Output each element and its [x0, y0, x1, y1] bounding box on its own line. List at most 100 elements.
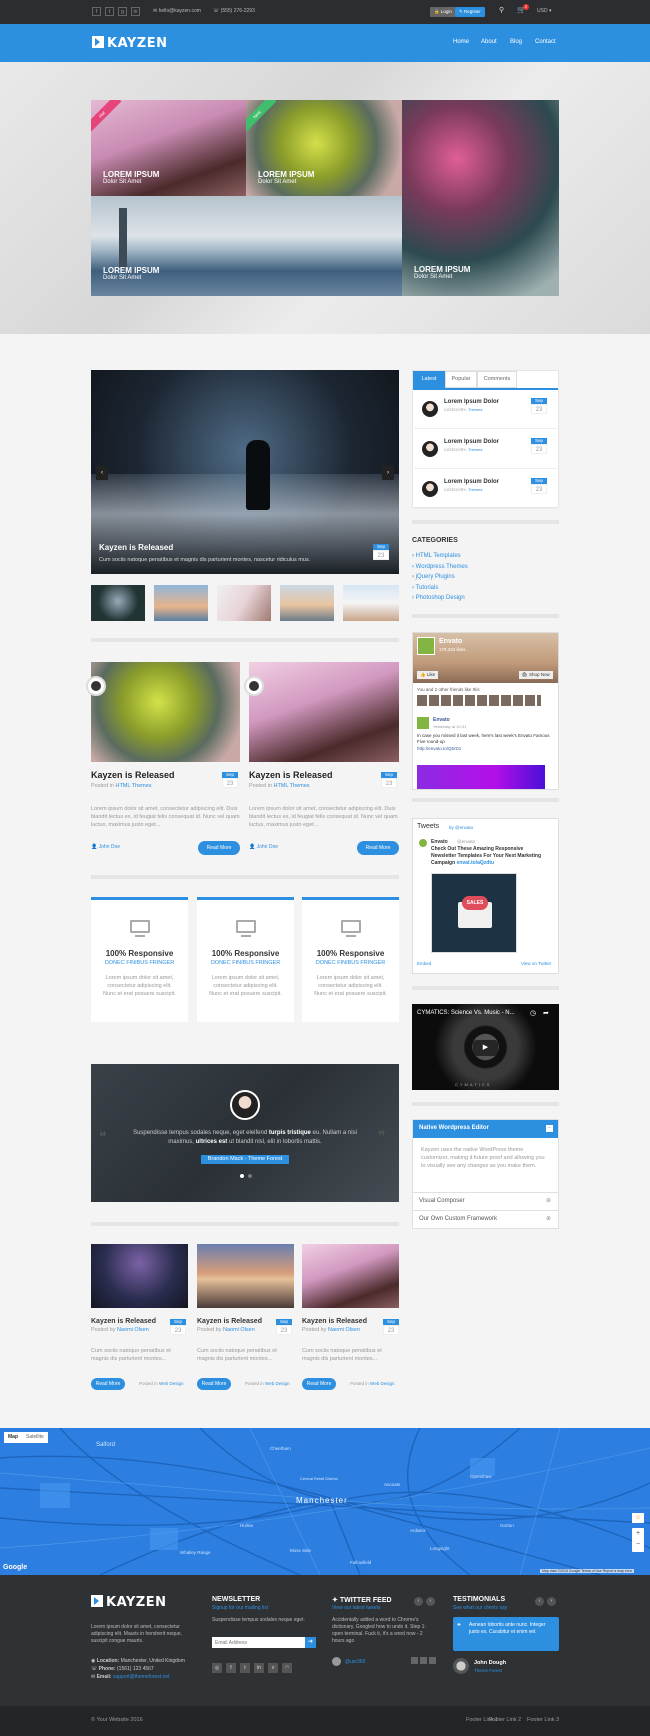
newsletter-email-input[interactable]	[212, 1637, 305, 1648]
slider-thumb[interactable]	[343, 585, 399, 621]
site-logo[interactable]: KAYZEN	[92, 36, 168, 51]
login-button[interactable]: 🔒 Login	[430, 7, 456, 17]
fb-page-name[interactable]: Envato	[439, 638, 462, 645]
google-plus-icon[interactable]: g	[118, 7, 127, 16]
topbar-email[interactable]: ✉ hello@kayzen.com	[153, 8, 201, 14]
nav-blog[interactable]: Blog	[510, 39, 522, 45]
tweet-user-link[interactable]: @usr360	[345, 1659, 365, 1665]
hero-tile[interactable]: Hot LOREM IPSUM Dolor Sit Amet	[91, 100, 246, 196]
tab-popular[interactable]: Popular	[445, 371, 477, 388]
author-link[interactable]: Naomi Olsen	[328, 1327, 360, 1333]
featured-slider[interactable]: ‹ › Kayzen is Released Cum sociis natoqu…	[91, 370, 399, 574]
slider-title[interactable]: Kayzen is Released	[99, 543, 173, 552]
category-link[interactable]: Wordpress Themes	[416, 564, 468, 570]
slider-dot-active[interactable]	[240, 1174, 244, 1178]
currency-select[interactable]: USD ▾	[537, 8, 551, 14]
rss-icon[interactable]: ◠	[282, 1663, 292, 1673]
footer-link[interactable]: Footer Link 3	[527, 1717, 559, 1723]
post-image[interactable]	[249, 662, 399, 762]
map-tab-map[interactable]: Map	[4, 1434, 22, 1440]
clock-icon[interactable]: ◷	[530, 1009, 536, 1017]
latest-post-item[interactable]: Lorem Ipsum Dolor CATEGORY: Themes Sep 23	[414, 473, 557, 509]
category-link[interactable]: Tutorials	[416, 585, 439, 591]
post-category-link[interactable]: Web Design	[159, 1381, 183, 1386]
accordion-item[interactable]: Our Own Custom Framework ⊕	[413, 1210, 558, 1228]
share-icon[interactable]: ➦	[543, 1009, 549, 1017]
post-image[interactable]	[302, 1244, 399, 1308]
view-on-twitter-link[interactable]: View on Twitter	[521, 961, 551, 966]
tab-latest[interactable]: Latest	[413, 371, 445, 388]
fb-post-name[interactable]: Envato	[433, 717, 450, 723]
nav-contact[interactable]: Contact	[535, 39, 556, 45]
vimeo-icon[interactable]: v	[268, 1663, 278, 1673]
latest-post-title[interactable]: Lorem Ipsum Dolor	[444, 399, 499, 405]
fb-post-image[interactable]	[417, 765, 545, 789]
latest-post-item[interactable]: Lorem Ipsum Dolor CATEGORY: Themes Sep 23	[414, 433, 557, 469]
tweet-link[interactable]: envat.to/aQzdtu	[457, 860, 495, 866]
tweets-next-button[interactable]: ›	[426, 1597, 435, 1606]
read-more-button[interactable]: Read More	[357, 841, 399, 855]
facebook-icon[interactable]: f	[226, 1663, 236, 1673]
slider-prev-button[interactable]: ‹	[96, 466, 108, 480]
post-category-link[interactable]: HTML Themes	[273, 783, 309, 789]
hero-tile[interactable]: New LOREM IPSUM Dolor Sit Amet	[246, 100, 402, 196]
footer-logo[interactable]: KAYZEN	[91, 1595, 167, 1610]
linkedin-icon[interactable]: in	[131, 7, 140, 16]
category-link[interactable]: Themes	[468, 407, 482, 412]
tab-comments[interactable]: Comments	[477, 371, 517, 388]
category-link[interactable]: Photoshop Design	[416, 595, 465, 601]
dribbble-icon[interactable]: ◎	[212, 1663, 222, 1673]
post-title[interactable]: Kayzen is Released	[91, 770, 240, 780]
slider-dot[interactable]	[248, 1174, 252, 1178]
slider-next-button[interactable]: ›	[382, 466, 394, 480]
search-icon[interactable]: ⚲	[499, 6, 504, 14]
report-link[interactable]: Report a map error	[603, 1569, 633, 1573]
newsletter-submit-button[interactable]: ➜	[305, 1637, 316, 1648]
fb-shop-button[interactable]: 🛍 Shop Now	[519, 671, 553, 679]
author-link[interactable]: Naomi Olsen	[223, 1327, 255, 1333]
twitter-icon[interactable]: t	[240, 1663, 250, 1673]
slider-thumb[interactable]	[154, 585, 208, 621]
accordion-header-open[interactable]: Native Wordpress Editor −	[413, 1120, 558, 1138]
embed-link[interactable]: Embed	[417, 961, 431, 966]
video-title[interactable]: CYMATICS: Science Vs. Music - N...	[417, 1010, 515, 1016]
post-category-link[interactable]: Web Design	[265, 1381, 289, 1386]
read-more-button[interactable]: Read More	[91, 1378, 125, 1390]
author-link[interactable]: John Doe	[99, 844, 120, 850]
category-link[interactable]: jQuery Plugins	[416, 574, 455, 580]
read-more-button[interactable]: Read More	[302, 1378, 336, 1390]
testimonials-next-button[interactable]: ›	[547, 1597, 556, 1606]
accordion-item[interactable]: Visual Composer ⊕	[413, 1192, 558, 1210]
category-link[interactable]: Themes	[468, 487, 482, 492]
category-link[interactable]: Themes	[468, 447, 482, 452]
video-embed[interactable]: CYMATICS: Science Vs. Music - N... ◷ ➦ ▶…	[412, 1004, 559, 1090]
tweets-by-link[interactable]: by @envato	[449, 825, 473, 830]
tweet-name[interactable]: Envato	[431, 839, 448, 845]
zoom-out-button[interactable]: −	[632, 1539, 644, 1550]
post-image[interactable]	[91, 1244, 188, 1308]
tweet-image[interactable]: SALES	[431, 873, 517, 953]
latest-post-title[interactable]: Lorem Ipsum Dolor	[444, 439, 499, 445]
post-image[interactable]	[91, 662, 240, 762]
tweets-prev-button[interactable]: ‹	[414, 1597, 423, 1606]
register-button[interactable]: ✎ Register	[455, 7, 485, 17]
read-more-button[interactable]: Read More	[198, 841, 240, 855]
testimonials-prev-button[interactable]: ‹	[535, 1597, 544, 1606]
zoom-in-button[interactable]: +	[632, 1528, 644, 1539]
map[interactable]: Map Satellite Manchester Salford Central …	[0, 1428, 650, 1575]
latest-post-item[interactable]: Lorem Ipsum Dolor CATEGORY: Themes Sep 23	[414, 393, 557, 429]
footer-link[interactable]: Footer Link 2	[489, 1717, 521, 1723]
linkedin-icon[interactable]: in	[254, 1663, 264, 1673]
nav-about[interactable]: About	[481, 39, 497, 45]
reply-icon[interactable]	[411, 1657, 418, 1664]
email-link[interactable]: support@themeforest.net	[113, 1674, 170, 1680]
category-link[interactable]: HTML Templates	[416, 553, 461, 559]
author-avatar[interactable]	[86, 676, 106, 696]
nav-home[interactable]: Home	[453, 39, 469, 45]
map-tab-satellite[interactable]: Satellite	[22, 1434, 48, 1440]
author-avatar[interactable]	[244, 676, 264, 696]
fb-post-link[interactable]: http://envato.to/Q5rD1	[417, 746, 461, 751]
post-category-link[interactable]: HTML Themes	[115, 783, 151, 789]
latest-post-title[interactable]: Lorem Ipsum Dolor	[444, 479, 499, 485]
hero-tile[interactable]: LOREM IPSUM Dolor Sit Amet	[402, 100, 559, 296]
